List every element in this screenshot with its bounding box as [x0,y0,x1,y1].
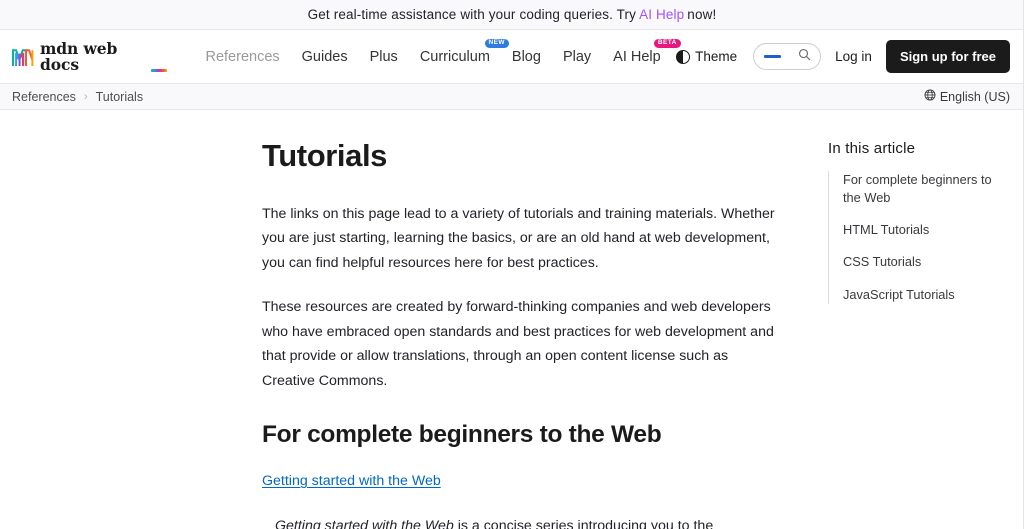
half-circle-contrast-icon [676,49,691,64]
mdn-wordmark: mdn web docs [40,41,145,72]
list-item: HTML Tutorials [843,221,1001,239]
nav-item-guides[interactable]: Guides [302,45,348,69]
promo-text-before: Get real-time assistance with your codin… [307,7,637,22]
toc-link-html-tutorials[interactable]: HTML Tutorials [843,221,1001,239]
toc-title: In this article [828,140,916,157]
mdn-m-logo-icon [12,47,34,72]
nav-label: Guides [301,48,348,65]
search-icon [798,48,811,66]
chevron-right-icon: › [83,90,88,103]
content-area: Tutorials The links on this page lead to… [0,110,1024,529]
getting-started-with-the-web-link[interactable]: Getting started with the Web [262,473,441,489]
in-this-article-sidebar: In this article For complete beginners t… [820,110,1015,528]
nav-item-blog[interactable]: Blog [512,45,541,69]
nav-label: Curriculum [419,48,490,65]
breadcrumb: References › Tutorials [12,90,143,104]
promo-ai-help-link[interactable]: AI Help [639,7,684,22]
language-selector-button[interactable]: English (US) [924,89,1010,104]
promo-text-after: now! [687,7,717,22]
nav-item-plus[interactable]: Plus [370,45,398,69]
nav-item-play[interactable]: Play [563,45,591,69]
section-heading-beginners: For complete beginners to the Web [262,420,662,448]
nav-item-curriculum[interactable]: Curriculum NEW [419,38,509,69]
toc-link-css-tutorials[interactable]: CSS Tutorials [843,253,1001,271]
intro-paragraph-2: These resources are created by forward-t… [262,299,774,390]
nav-label: AI Help [613,48,661,65]
nav-item-references[interactable]: References [205,45,279,69]
login-link[interactable]: Log in [835,49,872,64]
list-item: JavaScript Tutorials [843,286,1001,304]
theme-toggle-button[interactable]: Theme [674,46,739,67]
nav-label: Play [562,48,592,65]
beta-badge: BETA [653,38,681,48]
globe-icon [924,89,936,104]
intro-paragraph-1: The links on this page lead to a variety… [262,205,775,271]
promo-banner: Get real-time assistance with your codin… [0,0,1024,30]
search-input[interactable] [753,43,822,70]
mdn-wordmark-text: mdn web docs [40,39,118,74]
section-description-emphasis: Getting started with the Web [275,517,454,529]
search-caret [764,55,782,58]
nav-label: Blog [511,48,541,65]
theme-toggle-label: Theme [695,49,738,64]
section-link-paragraph: Getting started with the Web [262,469,780,494]
rainbow-underscore-icon [151,69,168,72]
toc-list: For complete beginners to the Web HTML T… [828,171,1001,304]
article-main: Tutorials The links on this page lead to… [260,110,820,529]
site-header: mdn web docs References Guides Plus Curr… [0,30,1024,84]
signup-button[interactable]: Sign up for free [885,40,1010,73]
new-badge: NEW [484,38,509,48]
left-rail-spacer [0,110,260,528]
header-actions: Theme Log in Sign up for free [674,40,1010,73]
nav-label: Plus [369,48,398,65]
browser-page: Get real-time assistance with your codin… [0,0,1024,529]
main-navigation: References Guides Plus Curriculum NEW Bl… [205,38,681,69]
page-title: Tutorials [262,138,388,173]
section-description: Getting started with the Web is a concis… [262,514,780,529]
nav-item-ai-help[interactable]: AI Help BETA [613,38,681,69]
breadcrumb-bar: References › Tutorials English (US) [0,84,1024,110]
list-item: For complete beginners to the Web [843,171,1001,207]
mdn-logo-link[interactable]: mdn web docs [12,41,168,72]
toc-link-javascript-tutorials[interactable]: JavaScript Tutorials [843,286,1001,304]
list-item: CSS Tutorials [843,253,1001,271]
toc-link-beginners[interactable]: For complete beginners to the Web [843,171,1001,207]
breadcrumb-item-references[interactable]: References [12,90,76,104]
language-selector-label: English (US) [939,89,1010,104]
nav-label: References [205,48,280,65]
breadcrumb-item-tutorials: Tutorials [95,89,144,104]
